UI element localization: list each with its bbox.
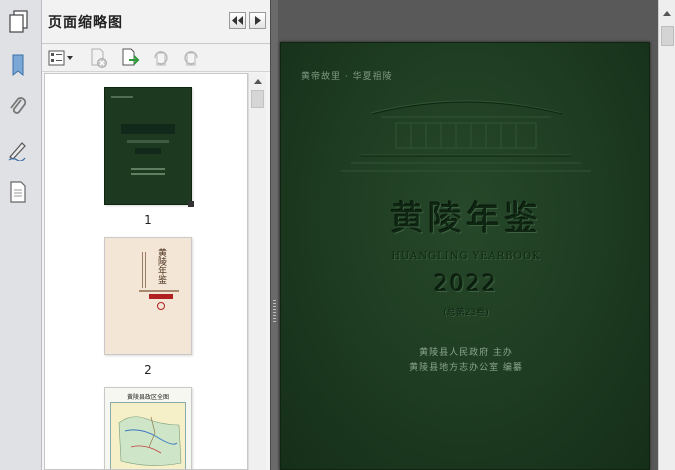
thumbnail-page-3[interactable]: 黄陵县政区全图 (104, 387, 192, 469)
scrollbar-thumb[interactable] (661, 26, 674, 46)
layers-document-icon[interactable] (5, 177, 31, 207)
rotate-ccw-icon[interactable] (150, 48, 172, 68)
rotate-cw-icon[interactable] (180, 48, 202, 68)
thumbnail-toolbar (42, 44, 270, 72)
signature-pen-icon[interactable] (5, 135, 31, 165)
cover-title: 黄陵年鉴 (390, 199, 542, 239)
thumbnail-page-number: 2 (144, 363, 152, 377)
thumbnail-page-number: 1 (144, 213, 152, 227)
panel-header: 页面缩略图 (42, 0, 270, 44)
document-view[interactable]: 黄帝故里 · 华夏祖陵 黄陵年鉴 HUANGLING YEARBOOK 2022… (278, 0, 658, 470)
thumbnail-2-title: 黄陵年鉴 (156, 248, 166, 284)
cover-volume: (总第23卷) (443, 308, 489, 318)
panel-splitter[interactable] (270, 0, 278, 470)
thumbnail-page-1[interactable] (104, 87, 194, 207)
cover-slogan: 黄帝故里 · 华夏祖陵 (301, 72, 393, 82)
pdf-page-cover: 黄帝故里 · 华夏祖陵 黄陵年鉴 HUANGLING YEARBOOK 2022… (280, 42, 650, 470)
pdf-reader-window: 页面缩略图 1 黄陵年鉴 2 黄陵县政区全图 黄帝故里 · 华夏祖陵 黄陵年鉴 … (0, 0, 675, 470)
navigation-rail (0, 0, 42, 470)
cover-publisher: 黄陵县人民政府 主办 (419, 348, 513, 358)
thumbnail-list: 1 黄陵年鉴 2 黄陵县政区全图 (44, 73, 248, 470)
delete-page-icon[interactable] (88, 48, 110, 68)
document-scrollbar[interactable] (658, 0, 675, 470)
scroll-up-arrow-icon[interactable] (659, 6, 675, 20)
options-menu-icon[interactable] (48, 48, 74, 68)
cover-year: 2022 (434, 272, 498, 297)
thumbnail-scrollbar[interactable] (248, 73, 266, 470)
page-thumbnails-panel-icon[interactable] (8, 10, 30, 38)
embossed-temple-graphic (341, 100, 591, 172)
bookmark-icon[interactable] (5, 50, 31, 80)
thumbnails-panel: 页面缩略图 1 黄陵年鉴 2 黄陵县政区全图 (42, 0, 270, 470)
thumbnail-page-2[interactable]: 黄陵年鉴 (104, 237, 192, 355)
attachment-paperclip-icon[interactable] (5, 92, 31, 122)
thumbnail-3-title: 黄陵县政区全图 (126, 394, 169, 401)
thumbnail-resize-handle[interactable] (188, 201, 194, 207)
double-left-arrow-icon[interactable] (229, 12, 246, 29)
cover-editor: 黄陵县地方志办公室 编纂 (409, 363, 523, 373)
cover-subtitle: HUANGLING YEARBOOK (391, 251, 541, 262)
panel-title: 页面缩略图 (48, 15, 123, 31)
scrollbar-thumb[interactable] (251, 90, 264, 108)
splitter-grip[interactable] (273, 300, 276, 322)
insert-page-icon[interactable] (120, 48, 142, 68)
scroll-up-arrow-icon[interactable] (249, 73, 266, 89)
right-arrow-icon[interactable] (249, 12, 266, 29)
